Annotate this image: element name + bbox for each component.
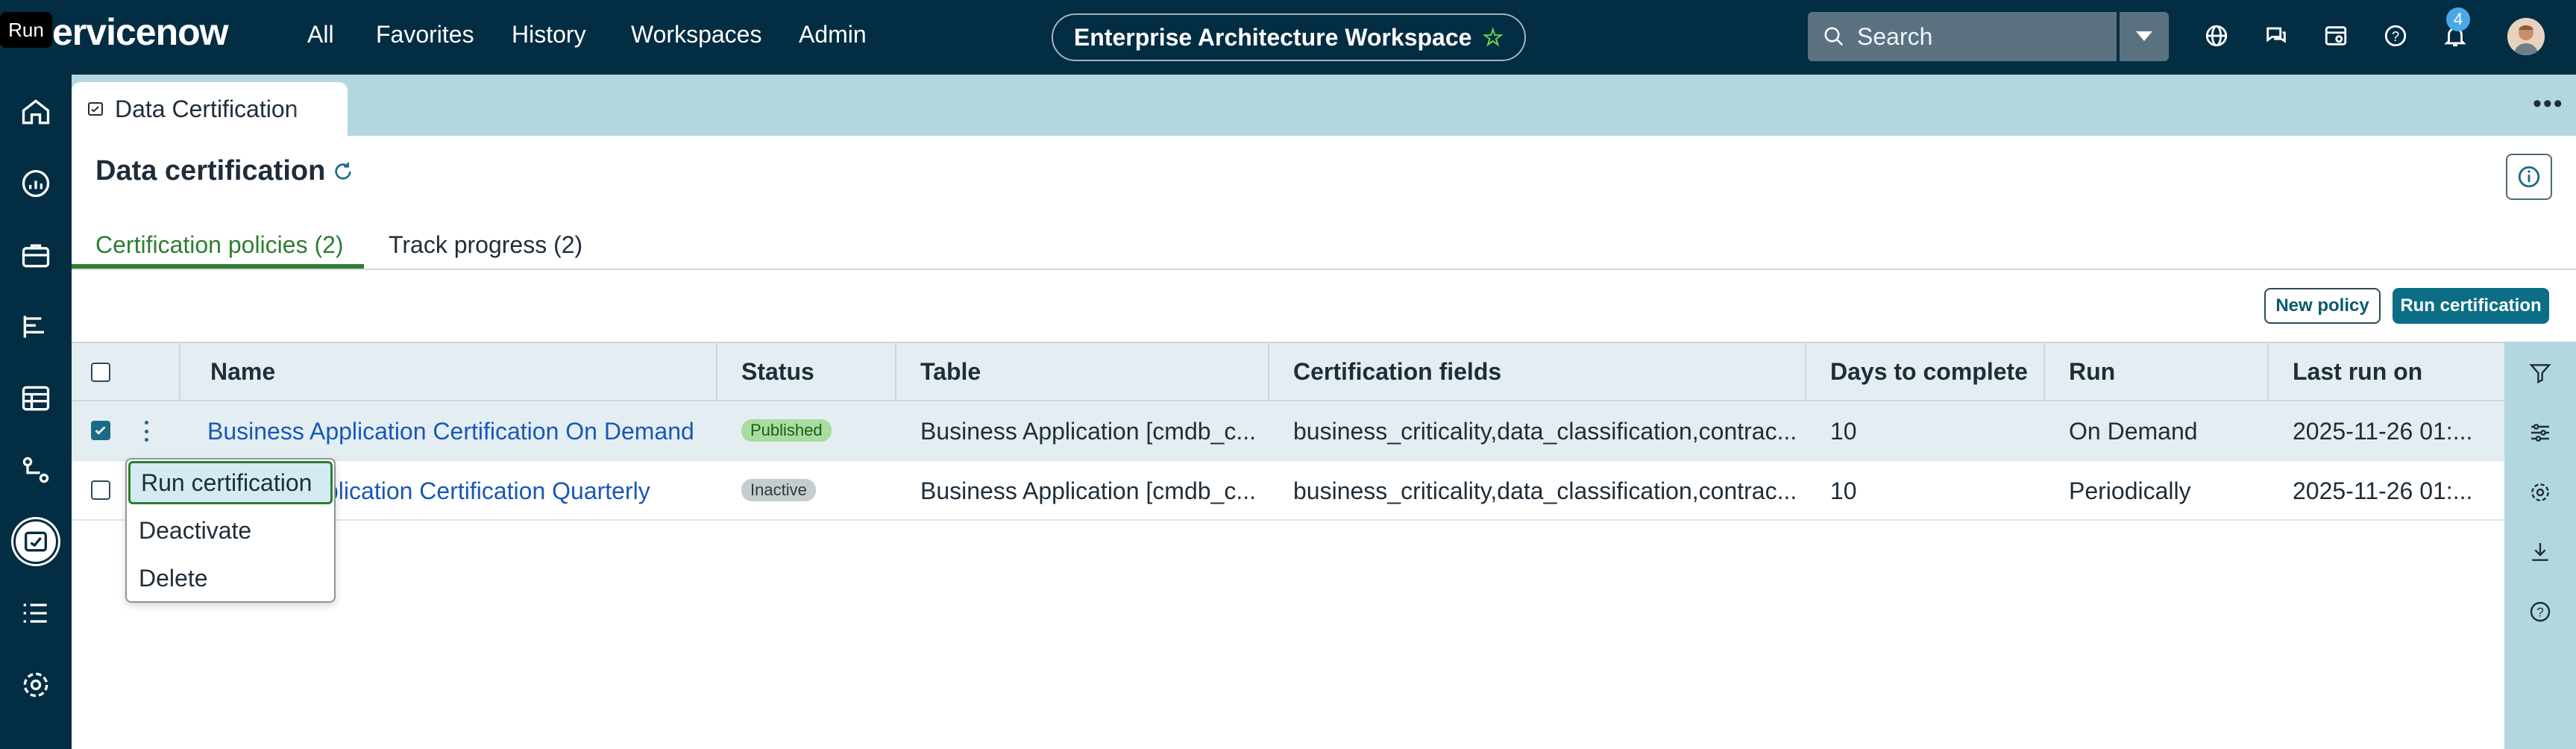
- help-icon[interactable]: ?: [2381, 21, 2410, 51]
- left-navigation-rail: [0, 75, 72, 749]
- page-title: Data certification: [95, 155, 326, 187]
- run-cell: On Demand: [2069, 418, 2198, 445]
- user-avatar[interactable]: [2507, 18, 2545, 55]
- svg-text:?: ?: [2392, 28, 2399, 44]
- table-header: Name Status Table Certification fields D…: [72, 342, 2504, 403]
- table-cell: Business Application [cmdb_c...: [920, 477, 1256, 504]
- row-actions-kebab-icon[interactable]: [140, 418, 152, 445]
- last-run-cell: 2025-11-26 01:...: [2293, 477, 2473, 504]
- search-input[interactable]: [1857, 22, 2096, 51]
- column-divider: [895, 343, 896, 403]
- roadmap-icon[interactable]: [13, 304, 58, 349]
- column-header-last-run-on[interactable]: Last run on: [2293, 358, 2422, 386]
- nav-history[interactable]: History: [512, 21, 586, 48]
- content-tabs: Certification policies (2) Track progres…: [72, 224, 2576, 270]
- search-icon: [1824, 27, 1844, 46]
- column-divider: [2267, 343, 2269, 403]
- nav-admin[interactable]: Admin: [799, 21, 867, 48]
- nav-all[interactable]: All: [307, 21, 334, 48]
- column-header-table[interactable]: Table: [920, 358, 981, 386]
- row-actions-context-menu: Run certification Deactivate Delete: [125, 458, 336, 603]
- column-header-certification-fields[interactable]: Certification fields: [1293, 358, 1501, 386]
- notification-count-badge: 4: [2446, 7, 2470, 31]
- days-to-complete-cell: 10: [1830, 418, 1857, 445]
- checkmark-icon: [95, 426, 106, 435]
- nav-favorites[interactable]: Favorites: [376, 21, 474, 48]
- right-tool-rail: ?: [2504, 342, 2576, 749]
- servicenow-logo[interactable]: ervicenow: [52, 10, 229, 54]
- table-row[interactable]: plication Certification Quarterly Inacti…: [72, 461, 2504, 521]
- row-checkbox[interactable]: [91, 480, 110, 500]
- data-certification-doc-tab[interactable]: Data Certification: [72, 82, 348, 136]
- menu-item-run-certification[interactable]: Run certification: [128, 461, 333, 504]
- run-cell: Periodically: [2069, 477, 2191, 504]
- svg-text:?: ?: [2536, 605, 2544, 620]
- refresh-icon[interactable]: [331, 160, 355, 187]
- workspace-title-pill[interactable]: Enterprise Architecture Workspace ☆: [1052, 13, 1526, 61]
- column-divider: [1805, 343, 1806, 403]
- settings-gear-icon[interactable]: [13, 662, 58, 707]
- settings-gear-icon[interactable]: [2525, 477, 2555, 507]
- column-header-run[interactable]: Run: [2069, 358, 2115, 386]
- column-header-days-to-complete[interactable]: Days to complete: [1830, 358, 2028, 386]
- days-to-complete-cell: 10: [1830, 477, 1857, 504]
- favorite-star-icon[interactable]: ☆: [1482, 23, 1504, 51]
- certification-fields-cell: business_criticality,data_classification…: [1293, 418, 1797, 445]
- run-certification-button[interactable]: Run certification: [2393, 288, 2549, 324]
- column-divider: [2043, 343, 2045, 403]
- info-button[interactable]: [2506, 154, 2552, 200]
- search-scope-dropdown[interactable]: [2120, 12, 2169, 61]
- download-icon[interactable]: [2525, 537, 2555, 567]
- preferences-icon[interactable]: [2321, 21, 2351, 51]
- new-policy-button[interactable]: New policy: [2264, 288, 2381, 324]
- certification-fields-cell: business_criticality,data_classification…: [1293, 477, 1797, 504]
- table-cell: Business Application [cmdb_c...: [920, 418, 1256, 445]
- column-divider: [179, 343, 180, 403]
- last-run-cell: 2025-11-26 01:...: [2293, 418, 2473, 445]
- active-tab-indicator: [72, 264, 364, 269]
- column-header-name[interactable]: Name: [210, 358, 275, 386]
- list-icon[interactable]: [13, 591, 58, 636]
- more-options-icon[interactable]: •••: [2533, 90, 2564, 119]
- policy-name-link[interactable]: plication Certification Quarterly: [325, 477, 713, 505]
- menu-item-delete[interactable]: Delete: [128, 557, 333, 600]
- column-divider: [1268, 343, 1269, 403]
- global-search[interactable]: [1808, 12, 2117, 61]
- data-table-icon[interactable]: [13, 376, 58, 421]
- status-badge: Inactive: [741, 479, 816, 501]
- tab-track-progress[interactable]: Track progress (2): [389, 231, 582, 259]
- workflow-icon[interactable]: [13, 448, 58, 492]
- column-header-status[interactable]: Status: [741, 358, 814, 386]
- data-certification-icon[interactable]: [13, 519, 58, 564]
- top-navigation: ervicenow Run All Favorites History Work…: [0, 0, 2576, 75]
- run-tooltip: Run: [0, 12, 52, 48]
- chevron-down-icon: [2136, 31, 2152, 41]
- tab-certification-policies[interactable]: Certification policies (2): [95, 231, 344, 259]
- status-badge: Published: [741, 419, 832, 442]
- policy-name-link[interactable]: Business Application Certification On De…: [207, 418, 700, 445]
- certification-tab-icon: [88, 102, 103, 116]
- doc-tab-label: Data Certification: [115, 95, 298, 122]
- tab-label-fade: [288, 82, 348, 136]
- globe-icon[interactable]: [2202, 21, 2231, 51]
- info-icon: [2518, 166, 2540, 188]
- filter-icon[interactable]: [2525, 358, 2555, 388]
- table-row[interactable]: Business Application Certification On De…: [72, 401, 2504, 461]
- select-all-checkbox[interactable]: [91, 363, 110, 382]
- row-checkbox[interactable]: [91, 421, 110, 440]
- sliders-icon[interactable]: [2525, 418, 2555, 448]
- workspace-title: Enterprise Architecture Workspace: [1073, 23, 1472, 51]
- chat-icon[interactable]: [2261, 21, 2291, 51]
- dashboard-gauge-icon[interactable]: [13, 161, 58, 206]
- help-icon[interactable]: ?: [2525, 597, 2555, 627]
- document-tab-strip: Data Certification •••: [72, 75, 2576, 136]
- policies-table: Name Status Table Certification fields D…: [72, 342, 2504, 749]
- column-divider: [716, 343, 717, 403]
- home-icon[interactable]: [13, 90, 58, 134]
- menu-item-deactivate[interactable]: Deactivate: [128, 509, 333, 552]
- portfolio-briefcase-icon[interactable]: [13, 233, 58, 278]
- nav-workspaces[interactable]: Workspaces: [631, 21, 761, 48]
